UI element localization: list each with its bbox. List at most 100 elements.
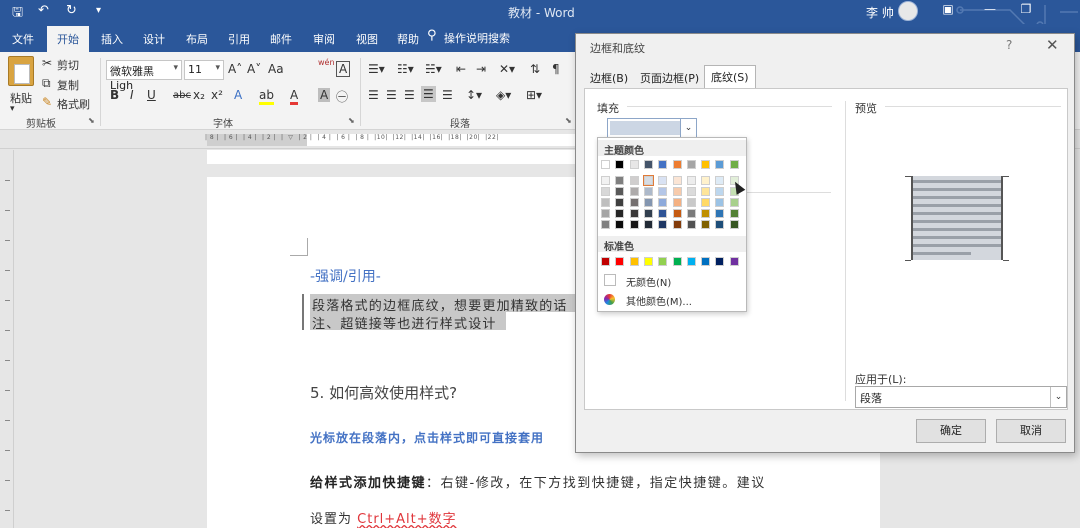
change-case-icon[interactable]: Aa bbox=[268, 62, 284, 76]
standard-color-swatch[interactable] bbox=[615, 257, 625, 266]
theme-shade-swatch[interactable] bbox=[629, 176, 639, 185]
theme-shade-swatch[interactable] bbox=[701, 198, 711, 207]
standard-color-swatch[interactable] bbox=[658, 257, 668, 266]
tab-design[interactable]: 设计 bbox=[143, 31, 165, 47]
close-button[interactable]: ✕ bbox=[1046, 36, 1059, 54]
strikethrough-icon[interactable]: abc bbox=[173, 90, 191, 101]
theme-shade-swatch[interactable] bbox=[729, 198, 739, 207]
numbering-icon[interactable]: ☷▾ bbox=[397, 62, 414, 76]
ok-button[interactable]: 确定 bbox=[916, 419, 986, 443]
standard-color-swatch[interactable] bbox=[643, 257, 653, 266]
theme-shade-swatch[interactable] bbox=[643, 198, 653, 207]
blue-paragraph[interactable]: 光标放在段落内，点击样式即可直接套用 bbox=[310, 429, 544, 446]
shrink-font-icon[interactable]: A˅ bbox=[247, 62, 261, 76]
align-center-icon[interactable]: ☰ bbox=[386, 88, 397, 102]
theme-shade-swatch[interactable] bbox=[686, 209, 696, 218]
help-button[interactable]: ? bbox=[1006, 38, 1012, 52]
tab-mailings[interactable]: 邮件 bbox=[270, 31, 292, 47]
tab-view[interactable]: 视图 bbox=[356, 31, 378, 47]
chevron-down-icon[interactable]: ⌄ bbox=[1050, 387, 1066, 407]
theme-shade-swatch[interactable] bbox=[643, 220, 653, 229]
standard-color-swatch[interactable] bbox=[601, 257, 610, 266]
theme-shade-swatch[interactable] bbox=[615, 209, 625, 218]
sort-icon[interactable]: ⇅ bbox=[530, 62, 540, 76]
underline-icon[interactable]: U bbox=[147, 88, 156, 102]
font-size-combo[interactable]: 11 ▾ bbox=[184, 60, 224, 80]
tab-review[interactable]: 审阅 bbox=[313, 31, 335, 47]
theme-shade-swatch[interactable] bbox=[615, 187, 625, 196]
format-painter-button[interactable]: 格式刷 bbox=[57, 96, 90, 112]
line-spacing-icon[interactable]: ↕▾ bbox=[466, 88, 482, 102]
tab-insert[interactable]: 插入 bbox=[101, 31, 123, 47]
theme-shade-swatch[interactable] bbox=[629, 198, 639, 207]
theme-shade-swatch[interactable] bbox=[686, 187, 696, 196]
bullets-icon[interactable]: ☰▾ bbox=[368, 62, 385, 76]
theme-shade-swatch[interactable] bbox=[643, 187, 653, 196]
tab-file[interactable]: 文件 bbox=[12, 31, 34, 47]
theme-shade-swatch[interactable] bbox=[672, 187, 682, 196]
theme-shade-swatch[interactable] bbox=[658, 220, 668, 229]
theme-shade-swatch[interactable] bbox=[672, 176, 682, 185]
vertical-ruler[interactable] bbox=[0, 150, 14, 528]
theme-color-swatch[interactable] bbox=[629, 160, 639, 169]
enclose-characters-icon[interactable]: ㊀ bbox=[336, 88, 348, 105]
multilevel-list-icon[interactable]: ☵▾ bbox=[425, 62, 442, 76]
shading-icon[interactable]: ◈▾ bbox=[496, 88, 511, 102]
theme-shade-swatch[interactable] bbox=[715, 187, 725, 196]
redo-icon[interactable]: ↻ bbox=[66, 3, 77, 18]
tab-borders[interactable]: 边框(B) bbox=[584, 67, 634, 87]
theme-color-swatch[interactable] bbox=[615, 160, 625, 169]
standard-color-swatch[interactable] bbox=[715, 257, 725, 266]
theme-color-swatch[interactable] bbox=[715, 160, 725, 169]
tab-layout[interactable]: 布局 bbox=[186, 31, 208, 47]
tab-page-border[interactable]: 页面边框(P) bbox=[634, 67, 705, 87]
theme-shade-swatch[interactable] bbox=[729, 220, 739, 229]
theme-shade-swatch[interactable] bbox=[686, 176, 696, 185]
cut-button[interactable]: 剪切 bbox=[57, 57, 79, 73]
more-colors-option[interactable]: 其他颜色(M)... bbox=[626, 293, 692, 308]
theme-shade-swatch[interactable] bbox=[629, 209, 639, 218]
grow-font-icon[interactable]: A˄ bbox=[228, 62, 242, 76]
theme-shade-swatch[interactable] bbox=[601, 187, 610, 196]
theme-shade-swatch[interactable] bbox=[715, 220, 725, 229]
theme-shade-swatch[interactable] bbox=[672, 198, 682, 207]
chevron-down-icon[interactable]: ⌄ bbox=[680, 119, 696, 137]
theme-color-swatch[interactable] bbox=[658, 160, 668, 169]
theme-shade-swatch[interactable] bbox=[729, 209, 739, 218]
theme-shade-swatch[interactable] bbox=[715, 209, 725, 218]
save-icon[interactable]: 🖫 bbox=[12, 3, 23, 25]
paste-dropdown-icon[interactable]: ▾ bbox=[10, 104, 15, 114]
theme-shade-swatch[interactable] bbox=[701, 176, 711, 185]
preview-image[interactable] bbox=[905, 170, 1009, 266]
theme-shade-swatch[interactable] bbox=[686, 198, 696, 207]
font-color-icon[interactable]: A bbox=[290, 88, 299, 105]
standard-color-swatch[interactable] bbox=[672, 257, 682, 266]
theme-color-swatch[interactable] bbox=[729, 160, 739, 169]
avatar[interactable] bbox=[898, 1, 918, 21]
tab-help[interactable]: 帮助 bbox=[397, 31, 419, 47]
subscript-icon[interactable]: x₂ bbox=[193, 88, 205, 102]
format-painter-icon[interactable]: ✎ bbox=[42, 95, 52, 109]
section-heading[interactable]: 5. 如何高效使用样式? bbox=[310, 382, 457, 403]
theme-shade-swatch[interactable] bbox=[701, 220, 711, 229]
scissors-icon[interactable]: ✂ bbox=[42, 56, 52, 70]
theme-shade-swatch[interactable] bbox=[701, 187, 711, 196]
user-name[interactable]: 李 帅 bbox=[866, 4, 894, 21]
theme-color-swatch[interactable] bbox=[672, 160, 682, 169]
increase-indent-icon[interactable]: ⇥ bbox=[476, 62, 486, 76]
distributed-icon[interactable]: ☰ bbox=[442, 88, 453, 102]
apply-to-select[interactable]: 段落 ⌄ bbox=[855, 386, 1067, 408]
paste-icon[interactable] bbox=[8, 56, 34, 86]
theme-shade-swatch[interactable] bbox=[601, 220, 610, 229]
theme-shade-swatch[interactable] bbox=[601, 198, 610, 207]
highlight-icon[interactable]: ab bbox=[259, 88, 274, 105]
fill-color-picker[interactable]: ⌄ bbox=[607, 118, 697, 138]
theme-shade-swatch[interactable] bbox=[672, 220, 682, 229]
emphasis-heading[interactable]: -强调/引用- bbox=[310, 266, 381, 286]
theme-shade-swatch[interactable] bbox=[672, 209, 682, 218]
theme-shade-swatch[interactable] bbox=[615, 198, 625, 207]
standard-color-swatch[interactable] bbox=[629, 257, 639, 266]
lightbulb-icon[interactable]: ⚲ bbox=[427, 28, 437, 43]
theme-color-swatch[interactable] bbox=[601, 160, 610, 169]
align-left-icon[interactable]: ☰ bbox=[368, 88, 379, 102]
